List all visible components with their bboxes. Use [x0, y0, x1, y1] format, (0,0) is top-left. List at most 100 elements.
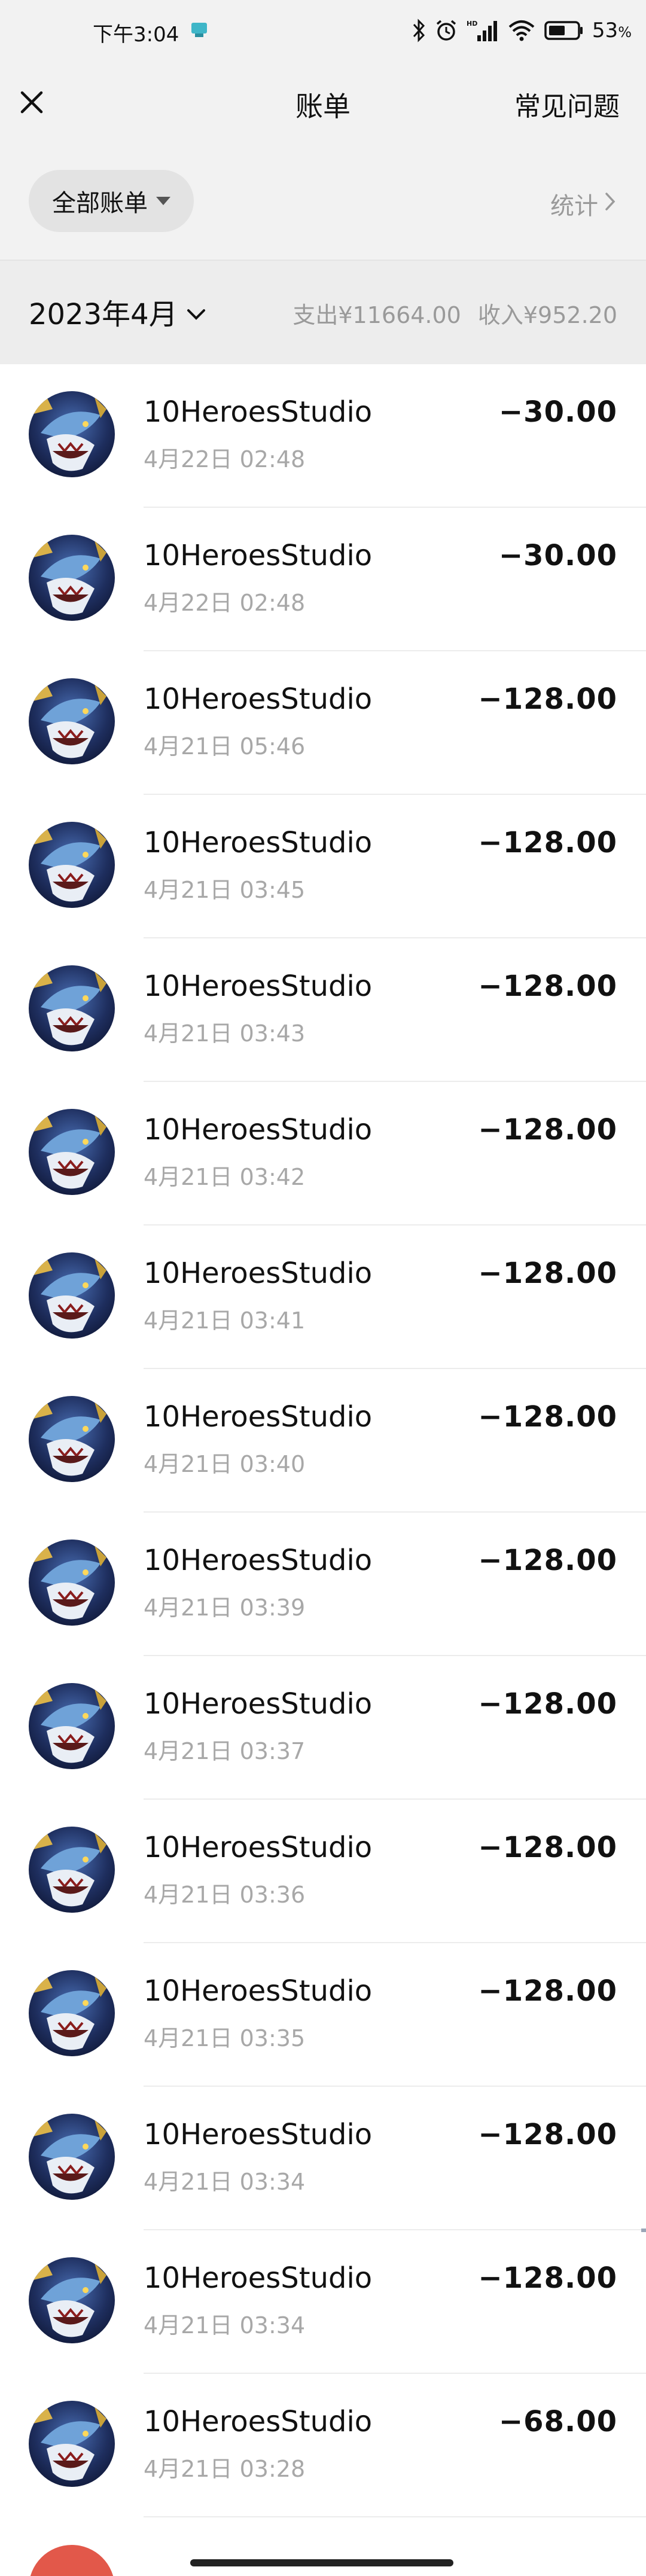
- status-bar: 下午3:04 HD 53%: [0, 0, 646, 62]
- battery-icon: [544, 20, 584, 41]
- merchant-name: 10HeroesStudio: [144, 1687, 373, 1721]
- merchant-name: 10HeroesStudio: [144, 826, 373, 859]
- merchant-name: 10HeroesStudio: [144, 2405, 373, 2438]
- transaction-row[interactable]: 10HeroesStudio 4月21日 03:37 −128.00: [0, 1656, 646, 1800]
- month-totals: 支出¥11664.00 收入¥952.20: [292, 297, 617, 330]
- merchant-name: 10HeroesStudio: [144, 539, 373, 572]
- merchant-name: 10HeroesStudio: [144, 2261, 373, 2295]
- merchant-avatar: [29, 391, 115, 477]
- merchant-name: 10HeroesStudio: [144, 1400, 373, 1434]
- transaction-row[interactable]: 10HeroesStudio 4月22日 02:48 −30.00: [0, 364, 646, 508]
- transaction-row[interactable]: 10HeroesStudio 4月21日 03:34 −128.00: [0, 2087, 646, 2230]
- transaction-time: 4月21日 03:34: [144, 2169, 306, 2195]
- transaction-amount: −128.00: [478, 682, 617, 716]
- merchant-avatar: [29, 2257, 115, 2343]
- expense-total: 支出¥11664.00: [292, 302, 461, 328]
- transaction-time: 4月21日 03:36: [144, 1882, 306, 1908]
- transaction-amount: −128.00: [478, 2261, 617, 2295]
- transaction-time: 4月21日 03:28: [144, 2456, 306, 2482]
- transaction-row[interactable]: 10HeroesStudio 4月21日 03:43 −128.00: [0, 938, 646, 1082]
- scroll-indicator: [641, 2229, 646, 2232]
- nav-bar: 账单 常见问题: [0, 62, 646, 140]
- transaction-row[interactable]: 10HeroesStudio 4月21日 03:35 −128.00: [0, 1943, 646, 2087]
- transaction-row[interactable]: 10HeroesStudio 4月21日 05:46 −128.00: [0, 651, 646, 795]
- transaction-amount: −128.00: [478, 1544, 617, 1577]
- faq-button[interactable]: 常见问题: [514, 85, 620, 123]
- merchant-avatar: [29, 822, 115, 908]
- transaction-time: 4月21日 05:46: [144, 733, 306, 760]
- merchant-avatar: [29, 1970, 115, 2056]
- transaction-row[interactable]: 10HeroesStudio 4月21日 03:34 −128.00: [0, 2230, 646, 2374]
- transaction-row[interactable]: 10HeroesStudio 4月21日 03:41 −128.00: [0, 1225, 646, 1369]
- transaction-time: 4月22日 02:48: [144, 446, 306, 472]
- merchant-avatar: [29, 1396, 115, 1482]
- status-icons: HD 53%: [412, 16, 632, 45]
- merchant-avatar: [29, 2114, 115, 2200]
- filter-label: 全部账单: [52, 190, 148, 217]
- merchant-avatar: [29, 1539, 115, 1626]
- merchant-name: 10HeroesStudio: [144, 682, 373, 716]
- transaction-amount: −128.00: [478, 970, 617, 1003]
- close-icon[interactable]: [17, 87, 47, 117]
- transaction-amount: −68.00: [498, 2405, 617, 2438]
- home-indicator[interactable]: [190, 2559, 453, 2566]
- transaction-time: 4月21日 03:43: [144, 1020, 306, 1047]
- transaction-time: 4月21日 03:39: [144, 1595, 306, 1621]
- income-total: 收入¥952.20: [477, 302, 617, 328]
- transaction-row[interactable]: 10HeroesStudio 4月22日 02:48 −30.00: [0, 508, 646, 651]
- transaction-time: 4月22日 02:48: [144, 590, 306, 616]
- bluetooth-icon: [412, 19, 426, 42]
- merchant-avatar: [29, 1827, 115, 1913]
- transaction-amount: −128.00: [478, 1400, 617, 1434]
- transaction-row[interactable]: 10HeroesStudio 4月21日 03:28 −68.00: [0, 2374, 646, 2517]
- transaction-time: 4月21日 03:34: [144, 2312, 306, 2339]
- transaction-amount: −128.00: [478, 1687, 617, 1721]
- merchant-name: 10HeroesStudio: [144, 970, 373, 1003]
- transaction-row[interactable]: 10HeroesStudio 4月21日 03:40 −128.00: [0, 1369, 646, 1513]
- merchant-name: 10HeroesStudio: [144, 1831, 373, 1864]
- merchant-avatar: [29, 678, 115, 764]
- merchant-name: 10HeroesStudio: [144, 1544, 373, 1577]
- status-time: 下午3:04: [93, 23, 179, 47]
- transaction-row[interactable]: 10HeroesStudio 4月21日 03:39 −128.00: [0, 1513, 646, 1656]
- svg-text:HD: HD: [467, 20, 477, 28]
- transaction-amount: −30.00: [498, 539, 617, 572]
- transaction-time: 4月21日 03:35: [144, 2025, 306, 2051]
- transaction-time: 4月21日 03:40: [144, 1451, 306, 1477]
- merchant-avatar: [29, 965, 115, 1051]
- alarm-icon: [434, 19, 458, 42]
- merchant-name: 10HeroesStudio: [144, 1257, 373, 1290]
- transaction-time: 4月21日 03:37: [144, 1738, 306, 1764]
- merchant-avatar: [29, 1683, 115, 1769]
- transaction-list: 10HeroesStudio 4月22日 02:48 −30.00 10Hero…: [0, 364, 646, 2517]
- wifi-icon: [507, 19, 536, 42]
- month-selector[interactable]: 2023年4月: [29, 291, 206, 333]
- transaction-time: 4月21日 03:45: [144, 877, 306, 903]
- merchant-name: 10HeroesStudio: [144, 1113, 373, 1147]
- merchant-avatar: [29, 1109, 115, 1195]
- merchant-name: 10HeroesStudio: [144, 395, 373, 429]
- merchant-avatar: [29, 1252, 115, 1339]
- merchant-avatar: [29, 2545, 115, 2576]
- app-notification-icon: [190, 22, 208, 38]
- transaction-row[interactable]: 10HeroesStudio 4月21日 03:36 −128.00: [0, 1800, 646, 1943]
- stats-button[interactable]: 统计: [550, 187, 616, 221]
- transaction-amount: −128.00: [478, 1113, 617, 1147]
- chevron-right-icon: [604, 190, 616, 218]
- filter-row: 全部账单 统计: [0, 140, 646, 260]
- transaction-row[interactable]: 10HeroesStudio 4月21日 03:45 −128.00: [0, 795, 646, 938]
- bill-type-filter-button[interactable]: 全部账单: [29, 170, 194, 232]
- transaction-amount: −128.00: [478, 826, 617, 859]
- signal-icon: HD: [467, 19, 499, 42]
- merchant-avatar: [29, 2401, 115, 2487]
- transaction-amount: −128.00: [478, 1974, 617, 2008]
- caret-down-icon: [156, 197, 170, 205]
- transaction-amount: −128.00: [478, 2118, 617, 2151]
- transaction-amount: −30.00: [498, 395, 617, 429]
- stats-label: 统计: [550, 193, 598, 220]
- transaction-row[interactable]: 10HeroesStudio 4月21日 03:42 −128.00: [0, 1082, 646, 1225]
- transaction-amount: −128.00: [478, 1831, 617, 1864]
- merchant-avatar: [29, 535, 115, 621]
- transaction-amount: −128.00: [478, 1257, 617, 1290]
- month-label: 2023年4月: [29, 298, 178, 331]
